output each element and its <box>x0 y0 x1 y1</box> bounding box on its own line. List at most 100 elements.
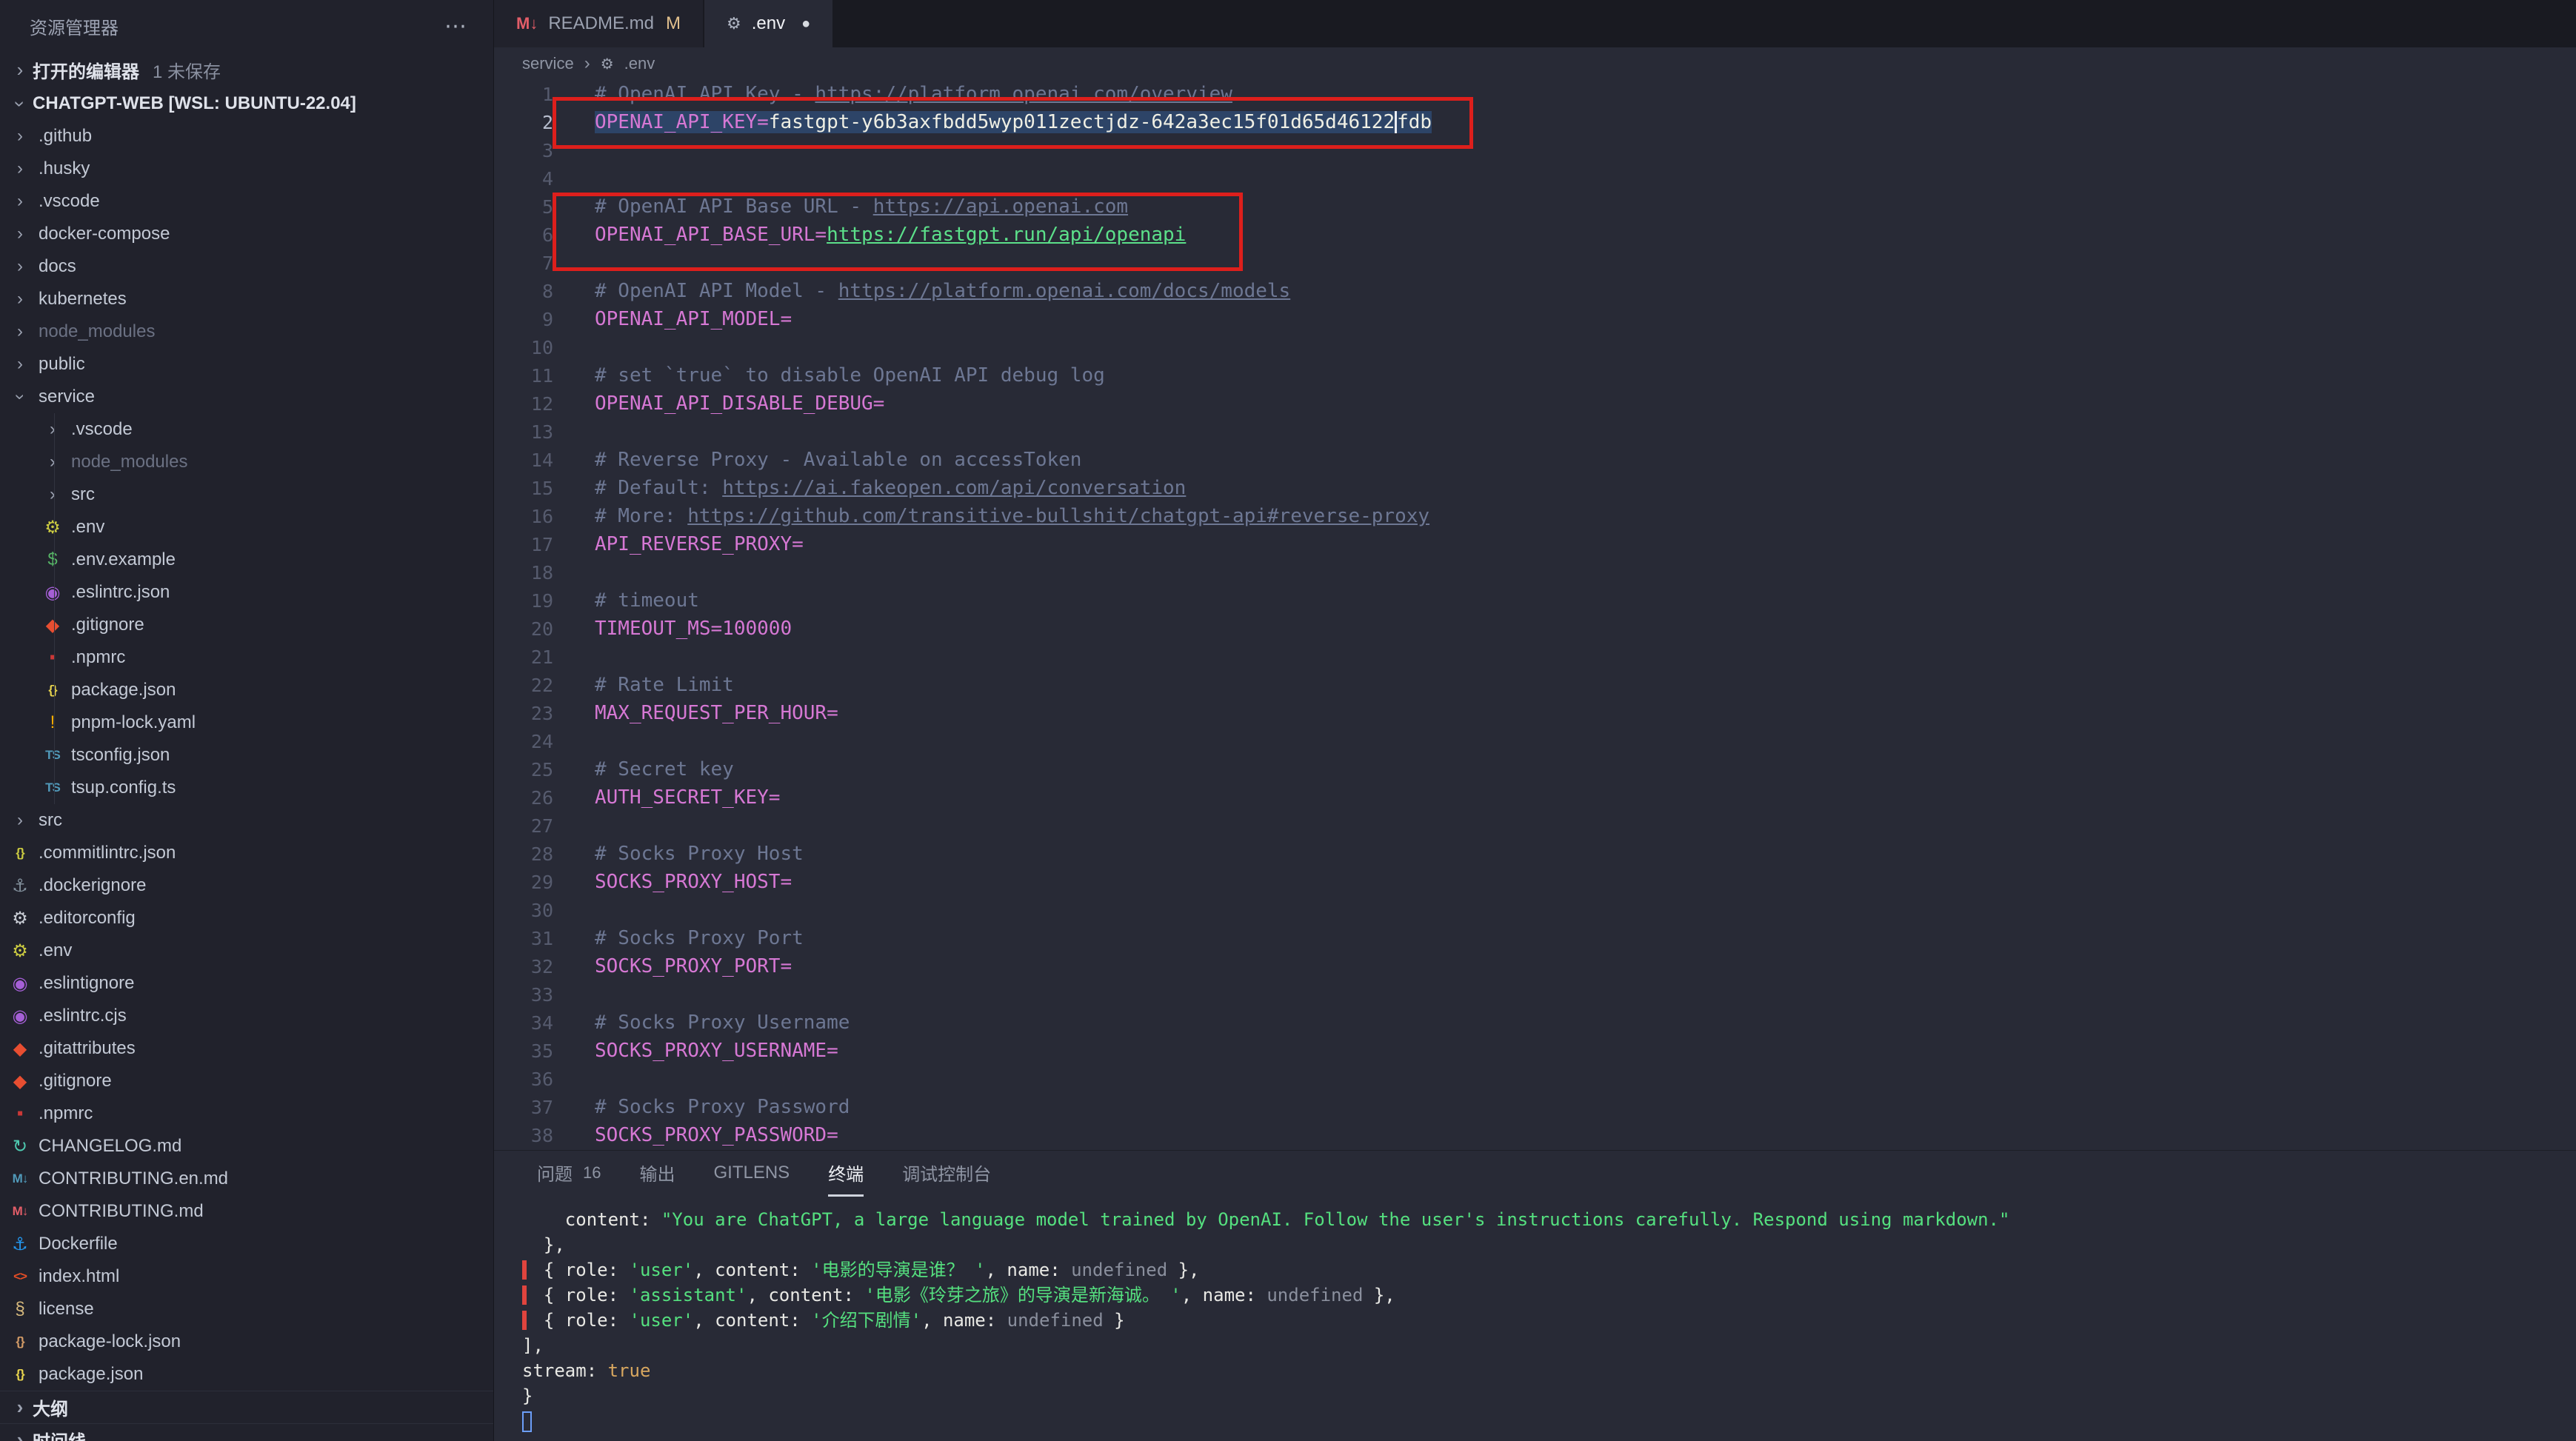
tree-file-Dockerfile[interactable]: ⚓Dockerfile <box>0 1228 493 1260</box>
panel-tab-gitlens[interactable]: GITLENS <box>713 1151 790 1197</box>
code-line[interactable]: 28# Socks Proxy Host <box>494 840 2576 868</box>
tree-file-tsup.config.ts[interactable]: TStsup.config.ts <box>0 772 493 804</box>
tree-file-CONTRIBUTING.md[interactable]: M↓CONTRIBUTING.md <box>0 1195 493 1228</box>
code-line[interactable]: 18 <box>494 558 2576 586</box>
tree-file-.gitattributes[interactable]: ◆.gitattributes <box>0 1032 493 1065</box>
terminal-line: { role: 'user', content: '介绍下剧情', name: … <box>522 1308 2576 1333</box>
more-actions-icon[interactable]: ⋯ <box>444 13 468 39</box>
code-line[interactable]: 24 <box>494 727 2576 755</box>
line-number: 24 <box>494 731 595 752</box>
tree-folder-src[interactable]: ›src <box>0 478 493 511</box>
tree-folder-.vscode[interactable]: ›.vscode <box>0 413 493 446</box>
panel-tab-problems[interactable]: 问题16 <box>537 1151 601 1197</box>
code-line[interactable]: 7 <box>494 249 2576 277</box>
code-line[interactable]: 29SOCKS_PROXY_HOST= <box>494 868 2576 896</box>
tree-folder-docs[interactable]: ›docs <box>0 250 493 283</box>
tree-file-.gitignore[interactable]: ◆.gitignore <box>0 1065 493 1097</box>
code-line[interactable]: 14# Reverse Proxy - Available on accessT… <box>494 446 2576 474</box>
tree-folder-service[interactable]: ›service <box>0 381 493 413</box>
code-line[interactable]: 26AUTH_SECRET_KEY= <box>494 783 2576 812</box>
tree-folder-.husky[interactable]: ›.husky <box>0 153 493 185</box>
tree-folder-node_modules[interactable]: ›node_modules <box>0 446 493 478</box>
tree-file-CONTRIBUTING.en.md[interactable]: M↓CONTRIBUTING.en.md <box>0 1163 493 1195</box>
code-line[interactable]: 34# Socks Proxy Username <box>494 1009 2576 1037</box>
tree-folder-src[interactable]: ›src <box>0 804 493 837</box>
breadcrumb-file[interactable]: .env <box>624 54 655 73</box>
tree-file-package.json[interactable]: {}package.json <box>0 674 493 706</box>
tree-file-.npmrc[interactable]: ▪.npmrc <box>0 1097 493 1130</box>
code-line[interactable]: 2OPENAI_API_KEY=fastgpt-y6b3axfbdd5wyp01… <box>494 108 2576 136</box>
code-line[interactable]: 31# Socks Proxy Port <box>494 924 2576 952</box>
tree-item-label: .eslintrc.cjs <box>39 1006 127 1026</box>
code-line[interactable]: 30 <box>494 896 2576 924</box>
tree-file-.env.example[interactable]: $.env.example <box>0 544 493 576</box>
breadcrumb-folder[interactable]: service <box>522 54 574 73</box>
tree-file-.gitignore[interactable]: ◆.gitignore <box>0 609 493 641</box>
tree-folder-.github[interactable]: ›.github <box>0 120 493 153</box>
tree-folder-node_modules[interactable]: ›node_modules <box>0 315 493 348</box>
tree-folder-.vscode[interactable]: ›.vscode <box>0 185 493 218</box>
project-root-section[interactable]: › CHATGPT-WEB [WSL: UBUNTU-22.04] <box>0 87 493 120</box>
panel-tab-output[interactable]: 输出 <box>639 1151 675 1197</box>
tree-file-.npmrc[interactable]: ▪.npmrc <box>0 641 493 674</box>
tree-file-.env[interactable]: ⚙.env <box>0 511 493 544</box>
code-line[interactable]: 22# Rate Limit <box>494 671 2576 699</box>
code-line[interactable]: 27 <box>494 812 2576 840</box>
panel-tab-debug-console[interactable]: 调试控制台 <box>902 1151 991 1197</box>
timeline-section[interactable]: › 时间线 <box>0 1423 493 1441</box>
tree-file-tsconfig.json[interactable]: TStsconfig.json <box>0 739 493 772</box>
code-line[interactable]: 13 <box>494 418 2576 446</box>
tree-file-license[interactable]: §license <box>0 1293 493 1325</box>
code-line[interactable]: 6OPENAI_API_BASE_URL=https://fastgpt.run… <box>494 221 2576 249</box>
tree-file-.dockerignore[interactable]: ⚓.dockerignore <box>0 869 493 902</box>
code-line[interactable]: 21 <box>494 643 2576 671</box>
code-line[interactable]: 9OPENAI_API_MODEL= <box>494 305 2576 333</box>
code-line[interactable]: 36 <box>494 1065 2576 1093</box>
code-line[interactable]: 23MAX_REQUEST_PER_HOUR= <box>494 699 2576 727</box>
tree-file-CHANGELOG.md[interactable]: ↻CHANGELOG.md <box>0 1130 493 1163</box>
line-number: 32 <box>494 956 595 977</box>
code-line[interactable]: 32SOCKS_PROXY_PORT= <box>494 952 2576 980</box>
code-editor[interactable]: 1# OpenAI API Key - https://platform.ope… <box>494 80 2576 1150</box>
code-line[interactable]: 20TIMEOUT_MS=100000 <box>494 615 2576 643</box>
code-line[interactable]: 5# OpenAI API Base URL - https://api.ope… <box>494 193 2576 221</box>
tab-readme-md[interactable]: M↓README.mdM <box>494 0 704 47</box>
tree-file-.editorconfig[interactable]: ⚙.editorconfig <box>0 902 493 935</box>
tree-file-.commitlintrc.json[interactable]: {}.commitlintrc.json <box>0 837 493 869</box>
tree-file-package.json[interactable]: {}package.json <box>0 1358 493 1391</box>
tree-file-.eslintignore[interactable]: ◉.eslintignore <box>0 967 493 1000</box>
code-line[interactable]: 12OPENAI_API_DISABLE_DEBUG= <box>494 389 2576 418</box>
code-line[interactable]: 33 <box>494 980 2576 1009</box>
code-line[interactable]: 11# set `true` to disable OpenAI API deb… <box>494 361 2576 389</box>
code-line[interactable]: 1# OpenAI API Key - https://platform.ope… <box>494 80 2576 108</box>
tree-file-index.html[interactable]: <>index.html <box>0 1260 493 1293</box>
tree-file-.env[interactable]: ⚙.env <box>0 935 493 967</box>
outline-section[interactable]: › 大纲 <box>0 1391 493 1423</box>
tab-env[interactable]: ⚙.env● <box>704 0 834 47</box>
terminal[interactable]: content: "You are ChatGPT, a large langu… <box>494 1197 2576 1441</box>
code-line[interactable]: 16# More: https://github.com/transitive-… <box>494 502 2576 530</box>
tree-file-.eslintrc.cjs[interactable]: ◉.eslintrc.cjs <box>0 1000 493 1032</box>
code-line-text: # Socks Proxy Host <box>595 843 804 865</box>
tree-file-pnpm-lock.yaml[interactable]: !pnpm-lock.yaml <box>0 706 493 739</box>
code-line[interactable]: 25# Secret key <box>494 755 2576 783</box>
code-line[interactable]: 4 <box>494 164 2576 193</box>
code-line[interactable]: 17API_REVERSE_PROXY= <box>494 530 2576 558</box>
code-line[interactable]: 15# Default: https://ai.fakeopen.com/api… <box>494 474 2576 502</box>
problems-count-badge: 16 <box>583 1163 601 1183</box>
tree-file-package-lock.json[interactable]: {}package-lock.json <box>0 1325 493 1358</box>
tree-file-.eslintrc.json[interactable]: ◉.eslintrc.json <box>0 576 493 609</box>
code-line[interactable]: 37# Socks Proxy Password <box>494 1093 2576 1121</box>
code-line[interactable]: 19# timeout <box>494 586 2576 615</box>
code-line[interactable]: 10 <box>494 333 2576 361</box>
tree-folder-kubernetes[interactable]: ›kubernetes <box>0 283 493 315</box>
line-number: 2 <box>494 112 595 133</box>
code-line[interactable]: 38SOCKS_PROXY_PASSWORD= <box>494 1121 2576 1149</box>
code-line[interactable]: 35SOCKS_PROXY_USERNAME= <box>494 1037 2576 1065</box>
tree-folder-docker-compose[interactable]: ›docker-compose <box>0 218 493 250</box>
open-editors-section[interactable]: › 打开的编辑器 1 未保存 <box>0 52 493 87</box>
code-line[interactable]: 3 <box>494 136 2576 164</box>
panel-tab-terminal[interactable]: 终端 <box>828 1151 864 1197</box>
tree-folder-public[interactable]: ›public <box>0 348 493 381</box>
code-line[interactable]: 8# OpenAI API Model - https://platform.o… <box>494 277 2576 305</box>
